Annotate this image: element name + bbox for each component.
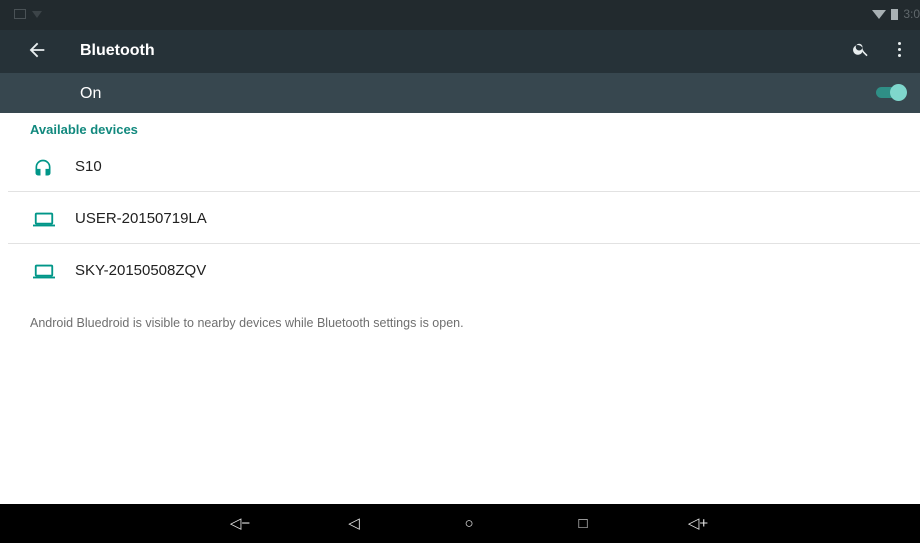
available-devices-heading: Available devices [30,122,138,137]
menu-dot [897,48,901,51]
status-bar: 3:0 [0,0,920,30]
home-button[interactable]: ○ [457,512,481,536]
laptop-icon [33,262,55,282]
bluetooth-toggle[interactable] [876,84,907,101]
back-button[interactable]: ◁ [342,512,366,536]
status-left-icons [14,9,42,19]
volume-up-button[interactable]: ◁+ [686,512,710,536]
device-name: SKY-20150508ZQV [75,262,207,279]
arrow-left-icon[interactable] [26,39,50,63]
image-notification-icon [14,9,26,19]
visibility-note: Android Bluedroid is visible to nearby d… [30,316,464,330]
volume-down-button[interactable]: ◁− [228,512,252,536]
divider [8,191,920,192]
switch-label: On [80,85,102,102]
recents-button[interactable]: □ [571,512,595,536]
toggle-thumb [890,84,907,101]
list-item[interactable]: USER-20150719LA [0,194,920,244]
signal-notification-icon [32,10,42,18]
menu-dot [897,42,901,45]
menu-dot [897,54,901,57]
device-name: USER-20150719LA [75,210,207,227]
system-nav-bar: ◁− ◁ ○ □ ◁+ [0,504,920,543]
device-name: S10 [75,158,102,175]
list-item[interactable]: S10 [0,142,920,192]
status-right-icons: 3:0 [872,7,920,21]
app-toolbar: Bluetooth [0,30,920,73]
status-time: 3:0 [903,7,920,21]
divider [8,243,920,244]
wifi-icon [872,9,887,19]
search-icon[interactable] [852,40,874,62]
list-item[interactable]: SKY-20150508ZQV [0,246,920,296]
page-title: Bluetooth [80,42,155,59]
battery-icon [891,8,899,20]
laptop-icon [33,210,55,230]
headset-icon [33,158,53,178]
more-vert-icon[interactable] [893,42,905,62]
bluetooth-switch-bar[interactable]: On [0,73,920,113]
